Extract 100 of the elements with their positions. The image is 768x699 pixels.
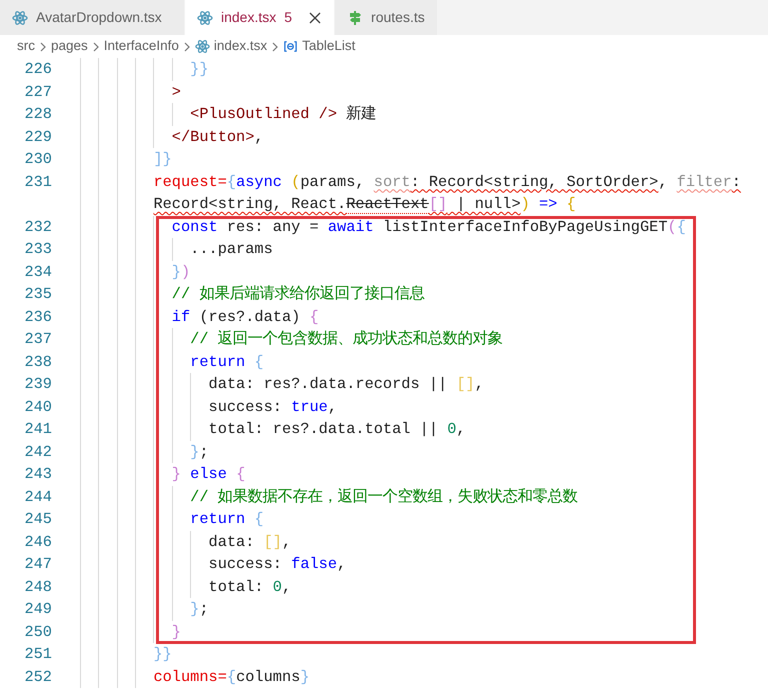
code-bracket: [] — [264, 532, 282, 550]
line-number: 240 — [23, 396, 53, 418]
breadcrumb-item[interactable]: src — [17, 36, 35, 57]
code-token: await — [328, 218, 374, 236]
code-bracket: } — [190, 600, 200, 618]
line-number: 228 — [23, 104, 53, 125]
code-token: ; — [199, 600, 209, 618]
signpost-icon — [347, 10, 364, 26]
code-bracket: ) — [520, 195, 530, 213]
code-token: false — [291, 555, 338, 573]
code-token: => — [538, 195, 558, 213]
code-token: ; — [199, 442, 209, 460]
line-number: 250 — [23, 622, 53, 642]
line-number: 227 — [23, 82, 53, 102]
breadcrumb-item[interactable]: InterfaceInfo — [104, 36, 179, 57]
atom-icon — [12, 10, 28, 26]
close-icon[interactable] — [308, 10, 322, 24]
line-number: 247 — [23, 554, 53, 575]
code-token: success: — [208, 555, 283, 573]
code-token: , — [456, 420, 466, 438]
editor-tab[interactable]: routes.ts — [335, 0, 438, 35]
code-bracket: { — [310, 308, 319, 326]
code-token: , — [337, 555, 346, 573]
line-number: 241 — [23, 419, 53, 440]
line-number: 252 — [23, 666, 53, 688]
code-bracket: } — [172, 262, 181, 280]
breadcrumb-item[interactable]: pages — [51, 36, 88, 57]
code-comment: // 返回一个包含数据、成功状态和总数的对象 — [190, 330, 503, 348]
code-bracket: }} — [153, 645, 172, 663]
atom-icon — [194, 39, 210, 54]
code-token: sort — [374, 172, 410, 190]
code-token: | null> — [455, 195, 521, 213]
code-bracket: { — [254, 352, 264, 370]
breadcrumb-item[interactable]: index.tsx — [214, 36, 268, 57]
code-bracket: } — [190, 442, 200, 460]
code-token: ...params — [190, 240, 273, 258]
code-token: async — [236, 172, 283, 190]
line-number: 233 — [23, 239, 53, 260]
code-bracket: [] — [456, 375, 475, 393]
code-token: columns — [236, 668, 300, 686]
code-token: : Record<string, SortOrder> — [410, 172, 658, 190]
code-bracket: }} — [190, 60, 209, 78]
breadcrumb-item[interactable]: TableList — [302, 36, 356, 57]
code-token: if — [172, 308, 190, 326]
code-token: data: res?.data.records || — [208, 375, 448, 393]
code-bracket: { — [236, 465, 246, 483]
code-token: res: any = — [226, 218, 320, 236]
code-bracket: { — [676, 218, 686, 236]
code-bracket: { — [226, 668, 236, 686]
code-token: total: — [208, 578, 265, 596]
code-token: true — [291, 398, 328, 416]
code-token: </Button> — [172, 128, 254, 146]
line-number: 237 — [23, 329, 53, 350]
code-token: : — [732, 172, 741, 190]
code-bracket: { — [254, 510, 264, 528]
code-bracket: { — [226, 172, 236, 190]
line-number: 231 — [23, 172, 53, 192]
code-bracket: [] — [428, 195, 448, 213]
editor-tab[interactable]: index.tsx 5 — [185, 0, 336, 35]
code-token: return — [190, 352, 246, 370]
code-token: (res?.data) — [198, 308, 302, 326]
line-number: 232 — [23, 216, 53, 238]
code-token: return — [190, 510, 246, 528]
indent-guide — [172, 238, 173, 260]
code-bracket: } — [300, 668, 310, 686]
line-number: 230 — [23, 149, 53, 170]
code-comment: // 如果后端请求给你返回了接口信息 — [172, 285, 424, 303]
code-token: listInterfaceInfoByPageUsingGET — [382, 218, 668, 236]
line-number: 244 — [23, 486, 53, 508]
code-token: > — [172, 82, 181, 100]
indent-guide — [172, 58, 173, 80]
chevron-icon — [92, 40, 100, 52]
line-number: 226 — [23, 59, 53, 80]
code-token: , — [254, 128, 264, 146]
code-token: else — [189, 465, 228, 483]
code-token: , — [282, 578, 292, 596]
code-token: , — [474, 375, 484, 393]
code-token: 0 — [447, 420, 456, 438]
code-bracket: ]} — [153, 150, 172, 168]
code-token: filter — [676, 172, 732, 190]
chevron-icon — [39, 40, 47, 52]
line-number: 236 — [23, 306, 53, 328]
code-bracket: } — [172, 622, 181, 640]
line-number: 234 — [23, 262, 53, 282]
code-token: ReactText — [346, 195, 429, 214]
code-bracket: ) — [180, 262, 190, 280]
code-token: params, — [300, 172, 366, 190]
line-number: 248 — [23, 576, 53, 598]
editor-tab[interactable]: AvatarDropdown.tsx — [0, 0, 185, 35]
code-token: 新建 — [345, 105, 376, 123]
code-token: , — [282, 532, 292, 550]
code-token: , — [658, 172, 669, 190]
chevron-icon — [271, 40, 280, 52]
symbol-icon — [283, 39, 298, 54]
line-number: 243 — [23, 464, 53, 485]
line-number: 235 — [23, 284, 53, 305]
code-token: request= — [153, 172, 227, 190]
code-comment: // 如果数据不存在，返回一个空数组，失败状态和零总数 — [190, 488, 578, 506]
code-token: data: — [208, 532, 256, 550]
line-number: 229 — [23, 126, 53, 148]
